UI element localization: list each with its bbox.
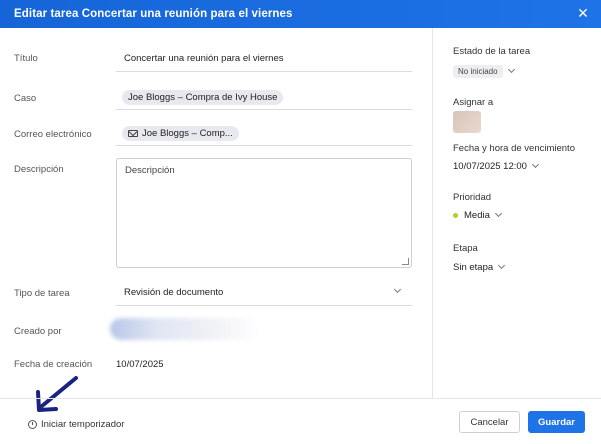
stage-value: Sin etapa <box>453 262 494 273</box>
dialog-title: Editar tarea Concertar una reunión para … <box>14 8 293 20</box>
title-input-value: Concertar una reunión para el viernes <box>124 53 284 64</box>
due-label: Fecha y hora de vencimiento <box>453 143 575 154</box>
priority-dropdown[interactable]: Media <box>453 209 502 221</box>
case-chip-label: Joe Bloggs – Compra de Ivy House <box>128 92 278 103</box>
chevron-down-icon <box>494 209 502 218</box>
close-icon[interactable]: ✕ <box>575 5 591 21</box>
created-date-value: 10/07/2025 <box>116 359 164 370</box>
case-chip[interactable]: Joe Bloggs – Compra de Ivy House <box>122 90 284 105</box>
status-label: Estado de la tarea <box>453 46 531 57</box>
due-value: 10/07/2025 12:00 <box>453 161 527 172</box>
description-textarea[interactable]: Descripción <box>116 158 412 268</box>
task-sidebar: Estado de la tarea No iniciado Asignar a… <box>432 28 601 398</box>
chevron-down-icon <box>507 65 515 74</box>
stage-dropdown[interactable]: Sin etapa <box>453 261 506 273</box>
status-badge: No iniciado <box>453 65 503 78</box>
priority-value: Media <box>464 210 490 221</box>
priority-dot-icon <box>453 213 458 218</box>
resize-handle-icon[interactable] <box>402 258 409 265</box>
task-type-select[interactable]: Revisión de documento <box>116 280 412 306</box>
task-form: Título Concertar una reunión para el vie… <box>0 28 432 398</box>
chevron-down-icon <box>531 160 540 169</box>
email-label: Correo electrónico <box>14 129 92 140</box>
save-button[interactable]: Guardar <box>528 411 585 433</box>
assignee-avatar[interactable] <box>453 111 481 133</box>
cancel-button[interactable]: Cancelar <box>459 411 520 433</box>
dialog-header: Editar tarea Concertar una reunión para … <box>0 0 601 28</box>
description-label: Descripción <box>14 164 64 175</box>
description-placeholder: Descripción <box>125 165 175 176</box>
task-type-label: Tipo de tarea <box>14 288 70 299</box>
chevron-down-icon <box>498 261 506 270</box>
status-dropdown[interactable]: No iniciado <box>453 65 515 78</box>
assign-label: Asignar a <box>453 97 494 108</box>
task-type-value: Revisión de documento <box>124 287 224 298</box>
case-label: Caso <box>14 93 37 104</box>
start-timer-label: Iniciar temporizador <box>41 419 125 430</box>
chevron-down-icon <box>393 285 402 294</box>
stage-label: Etapa <box>453 243 478 254</box>
start-timer-button[interactable]: Iniciar temporizador <box>28 419 124 430</box>
stopwatch-icon <box>28 420 37 429</box>
email-chip-label: Joe Bloggs – Comp... <box>142 128 233 139</box>
created-date-label: Fecha de creación <box>14 359 93 370</box>
title-input[interactable]: Concertar una reunión para el viernes <box>116 46 412 72</box>
title-label: Título <box>14 53 38 64</box>
priority-label: Prioridad <box>453 192 492 203</box>
due-dropdown[interactable]: 10/07/2025 12:00 <box>453 160 540 172</box>
created-by-label: Creado por <box>14 326 62 337</box>
dialog-footer: Iniciar temporizador Cancelar Guardar <box>0 398 601 444</box>
email-chip[interactable]: Joe Bloggs – Comp... <box>122 126 239 141</box>
mail-icon <box>128 130 138 137</box>
created-by-avatar <box>110 318 260 340</box>
